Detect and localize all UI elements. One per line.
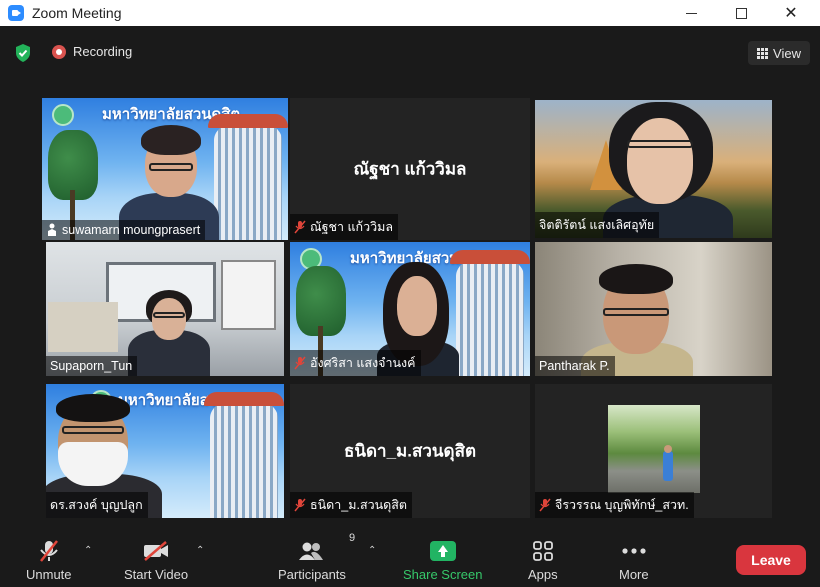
- start-video-label: Start Video: [124, 567, 189, 582]
- participant-display-name: ณัฐชา แก้ววิมล: [353, 159, 467, 179]
- participants-button[interactable]: 9 Participants: [278, 532, 355, 582]
- more-label: More: [619, 567, 649, 582]
- start-video-button[interactable]: Start Video: [124, 538, 188, 582]
- audio-options-chevron-up-icon[interactable]: ⌃: [84, 545, 92, 556]
- zoom-app-icon: [8, 5, 24, 21]
- participant-name-tag: อังศริสา แสงจำนงค์: [290, 350, 421, 376]
- share-screen-button[interactable]: Share Screen: [403, 538, 483, 582]
- maximize-button[interactable]: [718, 0, 764, 26]
- participant-name: จีรวรรณ บุญพิทักษ์_สวท.: [555, 498, 689, 512]
- participant-name: ธนิดา_ม.สวนดุสิต: [310, 498, 408, 512]
- participant-name: ณัฐชา แก้ววิมล: [310, 220, 394, 234]
- participant-name: จิตติรัตน์ แสงเลิศอุทัย: [539, 218, 655, 232]
- record-icon: [52, 44, 66, 59]
- video-tile[interactable]: มหาวิทยาลัยสวนดุสิต อังศริสา แสงจำนงค์: [290, 242, 530, 376]
- participant-name: อังศริสา แสงจำนงค์: [310, 356, 416, 370]
- participant-name-tag: จิตติรัตน์ แสงเลิศอุทัย: [535, 212, 660, 238]
- participant-name: suwamarn moungprasert: [62, 223, 201, 237]
- apps-label: Apps: [528, 567, 558, 582]
- video-tile[interactable]: จีรวรรณ บุญพิทักษ์_สวท.: [535, 384, 772, 518]
- participant-name-tag: ธนิดา_ม.สวนดุสิต: [290, 492, 413, 518]
- video-options-chevron-up-icon[interactable]: ⌃: [196, 545, 204, 556]
- participant-display-name: ธนิดา_ม.สวนดุสิต: [344, 441, 476, 461]
- video-tile[interactable]: จิตติรัตน์ แสงเลิศอุทัย: [535, 100, 772, 238]
- participant-name: Supaporn_Tun: [50, 359, 133, 373]
- participant-name: Pantharak P.: [539, 359, 610, 373]
- mic-muted-icon: [539, 498, 551, 512]
- unmute-button[interactable]: Unmute: [26, 538, 72, 582]
- security-shield-icon[interactable]: [14, 43, 32, 63]
- view-label: View: [773, 45, 801, 61]
- window-blind-graphic: [221, 260, 276, 330]
- apps-icon: [532, 541, 553, 561]
- mic-muted-icon: [294, 498, 306, 512]
- active-speaker-icon: [48, 223, 56, 236]
- video-tile[interactable]: Supaporn_Tun: [46, 242, 284, 376]
- participant-name-tag: ณัฐชา แก้ววิมล: [290, 214, 399, 240]
- participant-name-tag: Supaporn_Tun: [46, 356, 138, 376]
- building-graphic: [450, 250, 530, 376]
- building-graphic: [204, 392, 284, 518]
- zoom-window: Zoom Meeting ✕ Recording View มหาวิทยาลั…: [0, 0, 820, 587]
- close-button[interactable]: ✕: [768, 0, 814, 26]
- participant-name-tag: Pantharak P.: [535, 356, 615, 376]
- participants-options-chevron-up-icon[interactable]: ⌃: [368, 545, 376, 556]
- video-tile[interactable]: มหาวิทยาลัยสวนดุสิต suwamarn moungpraser…: [42, 98, 288, 240]
- participant-name-tag: ดร.สวงค์ บุญปลูก: [46, 492, 148, 518]
- minimize-icon: [685, 12, 697, 14]
- share-screen-label: Share Screen: [403, 567, 483, 582]
- desk-papers-graphic: [48, 302, 118, 352]
- grid-view-icon: [757, 47, 769, 59]
- unmute-label: Unmute: [26, 567, 72, 582]
- mic-muted-icon: [294, 220, 306, 234]
- more-button[interactable]: More: [619, 538, 649, 582]
- more-dots-icon: [622, 548, 646, 554]
- video-tile[interactable]: Pantharak P.: [535, 242, 772, 376]
- minimize-button[interactable]: [668, 0, 714, 26]
- video-tile[interactable]: มหาวิทยาลัยสวนดุสิต ดร.สวงค์ บุญปลูก: [46, 384, 284, 518]
- video-off-icon: [144, 541, 169, 561]
- view-button[interactable]: View: [748, 41, 810, 65]
- video-tile[interactable]: ธนิดา_ม.สวนดุสิต ธนิดา_ม.สวนดุสิต: [290, 384, 530, 518]
- video-tile[interactable]: ณัฐชา แก้ววิมล ณัฐชา แก้ววิมล: [290, 98, 530, 240]
- participant-name-tag: จีรวรรณ บุญพิทักษ์_สวท.: [535, 492, 694, 518]
- recording-label: Recording: [73, 44, 133, 59]
- recording-indicator[interactable]: Recording: [52, 44, 132, 59]
- leave-button[interactable]: Leave: [736, 545, 806, 575]
- apps-button[interactable]: Apps: [528, 538, 558, 582]
- participant-name-tag: suwamarn moungprasert: [42, 220, 206, 240]
- building-graphic: [208, 114, 288, 240]
- maximize-icon: [735, 7, 747, 19]
- title-bar: Zoom Meeting ✕: [0, 0, 820, 26]
- mic-muted-icon: [294, 356, 306, 370]
- share-screen-icon: [429, 541, 456, 561]
- participants-icon: [298, 542, 323, 560]
- window-title: Zoom Meeting: [32, 5, 122, 21]
- mic-off-icon: [39, 540, 58, 562]
- participants-label: Participants: [278, 567, 346, 582]
- participants-count: 9: [348, 532, 356, 544]
- participant-name: ดร.สวงค์ บุญปลูก: [50, 498, 143, 512]
- profile-picture: [608, 405, 700, 493]
- close-icon: ✕: [784, 5, 798, 22]
